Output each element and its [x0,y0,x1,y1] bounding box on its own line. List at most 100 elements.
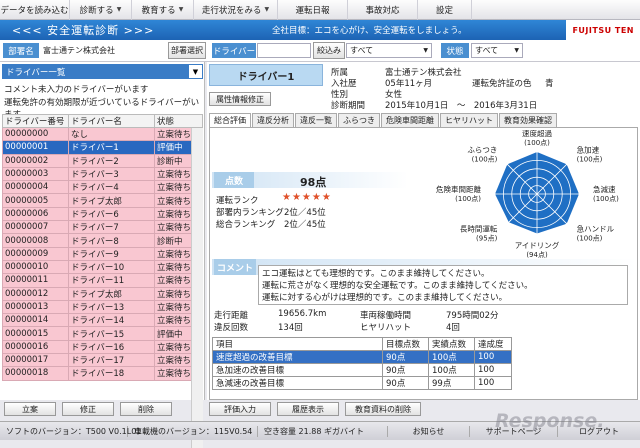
radar-axis-label: 急ハンドル [577,224,615,234]
tab[interactable]: 危険車間距離 [381,113,439,127]
driver-row[interactable]: 00000000 なし 立案待ち [2,126,203,142]
menu-item[interactable]: 運転日報 [278,0,348,20]
menu-item-label: 診断する [79,5,114,16]
list-type-select[interactable]: ドライバー一覧 ▼ [2,64,203,79]
driver-cell-no: 00000002 [2,153,69,168]
driver-list-panel: ドライバー一覧 ▼ コメント未入力のドライバーがいます 運転免許の有効期限が近づ… [0,62,205,448]
radar-axis-value: (100点) [577,235,603,243]
software-version: ソフトのバージョン：T500 V0.1L01 [0,425,141,437]
goal-row[interactable]: 急減速の改善目標 90点 99点 100 [212,376,512,390]
driver-cell-no: 00000003 [2,166,69,182]
column-header[interactable]: 状態 [154,114,203,128]
list-action-button[interactable]: 立案 [4,402,56,416]
menu-item[interactable]: 走行状況をみる ▼ [194,0,278,20]
notice-link[interactable]: お知らせ [388,425,470,437]
license-label: 運転免許証の色 [472,79,532,89]
comment-box[interactable]: エコ運転はとても理想的です。このまま維持してください。 運転に荒さがなく理想的な… [258,265,628,305]
vertical-scrollbar[interactable] [191,128,203,448]
app-title: <<< 安全運転診断 >>> [12,24,155,37]
driver-row[interactable]: 00000002 ドライバー2 診断中 [2,153,203,168]
driver-row[interactable]: 00000009 ドライバー9 立案待ち [2,246,203,261]
goal-column-header: 目標点数 [382,337,429,351]
driver-cell-name: なし [68,126,155,142]
stat-value-nearmiss: 4回 [446,323,460,333]
driver-row[interactable]: 00000018 ドライバー18 立案待ち [2,366,203,381]
goal-cell-actual: 100点 [428,363,475,377]
driver-row[interactable]: 00000013 ドライバー13 立案待ち [2,299,203,315]
driver-row[interactable]: 00000008 ドライバー8 診断中 [2,233,203,248]
chevron-down-icon: ▼ [514,47,519,54]
driver-row[interactable]: 00000015 ドライバー15 評価中 [2,326,203,341]
driver-row[interactable]: 00000010 ドライバー10 立案待ち [2,259,203,275]
driver-row[interactable]: 00000003 ドライバー3 立案待ち [2,166,203,182]
narrow-select[interactable]: すべて ▼ [346,43,432,58]
detail-action-button[interactable]: 教育資料の削除 [345,402,421,416]
radar-axis-label: ふらつき [467,145,497,154]
radar-axis-label: 急減速 [593,184,616,194]
column-header[interactable]: ドライバー名 [68,114,155,128]
driver-cell-name: ドライバー1 [68,140,155,155]
narrow-button[interactable]: 絞込み [313,42,345,59]
comment-line: 運転に対する心がけは理想的です。このまま維持してください。 [262,293,508,303]
goal-cell-actual: 99点 [428,376,475,390]
radar-axis-value: (100点) [524,139,550,147]
driver-row[interactable]: 00000014 ドライバー14 立案待ち [2,313,203,328]
driver-cell-no: 00000017 [2,353,69,368]
right-button-bar: 評価入力 履歴表示 教育資料の削除 [209,402,421,416]
driver-label: ドライバー [212,43,256,58]
tab[interactable]: ヒヤリハット [440,113,498,127]
menu-item[interactable]: 診断する ▼ [70,0,132,20]
tab[interactable]: 違反分析 [252,113,294,127]
driver-cell-no: 00000014 [2,313,69,328]
column-header[interactable]: ドライバー番号 [2,114,69,128]
driver-cell-no: 00000015 [2,326,69,341]
goal-cell-actual: 100点 [428,350,475,364]
driver-row[interactable]: 00000001 ドライバー1 評価中 [2,140,203,155]
driver-row[interactable]: 00000006 ドライバー6 立案待ち [2,206,203,222]
driver-cell-no: 00000001 [2,140,69,155]
driver-row[interactable]: 00000017 ドライバー17 立案待ち [2,353,203,368]
total-rank-value: 2位／45位 [284,220,326,230]
goal-row[interactable]: 速度超過の改善目標 90点 100点 100 [212,350,512,364]
goal-cell-rate: 100 [474,350,512,364]
driver-row[interactable]: 00000005 ドライブ太郎 立案待ち [2,193,203,208]
stat-value-distance: 19656.7km [278,309,327,319]
driver-table: ドライバー番号 ドライバー名 状態 00000000 なし 立案待ち 00000001 ドラ… [2,114,203,381]
driver-search-input[interactable] [257,43,311,58]
menu-item[interactable]: 事故対応 [348,0,418,20]
list-action-button[interactable]: 修正 [62,402,114,416]
detail-action-button[interactable]: 評価入力 [209,402,271,416]
dept-select-button[interactable]: 部署選択 [168,42,206,59]
score-value: 98点 [300,176,327,189]
detail-action-button[interactable]: 履歴表示 [277,402,339,416]
driver-cell-no: 00000004 [2,180,69,195]
driver-row[interactable]: 00000012 ドライブ太郎 立案待ち [2,286,203,301]
driver-cell-no: 00000010 [2,259,69,275]
goal-column-header: 実績点数 [428,337,475,351]
goal-cell-target: 90点 [382,376,429,390]
driver-cell-name: ドライバー10 [68,259,155,275]
goal-table: 項目 目標点数 実績点数 達成度 速度超過の改善目標 90点 100点 100 急加速の改善目… [212,337,512,390]
tab[interactable]: 教育効果確認 [499,113,557,127]
driver-cell-name: ドライバー16 [68,339,155,355]
driver-row[interactable]: 00000004 ドライバー4 立案待ち [2,180,203,195]
tab[interactable]: 違反一覧 [295,113,337,127]
menu-item-label: 運転日報 [295,5,330,16]
menu-item[interactable]: 教育する ▼ [132,0,194,20]
radar-axis-value: (100点) [472,155,498,163]
list-action-button[interactable]: 削除 [120,402,172,416]
attr-edit-button[interactable]: 属性情報修正 [209,92,271,106]
tab[interactable]: 総合評価 [209,113,251,127]
tab[interactable]: ふらつき [338,113,380,127]
field-label-period: 診断期間 [331,101,366,111]
driver-row[interactable]: 00000016 ドライバー16 立案待ち [2,339,203,355]
menu-item[interactable]: データを読み込む [0,0,70,20]
dept-rank-label: 部署内ランキング [216,208,284,218]
driver-name: ドライバー1 [209,64,323,86]
status-select[interactable]: すべて ▼ [471,43,523,58]
menu-item[interactable]: 設定 [418,0,472,20]
driver-row[interactable]: 00000011 ドライバー11 立案待ち [2,273,203,288]
goal-row[interactable]: 急加速の改善目標 90点 100点 100 [212,363,512,377]
radar-chart: 速度超過(100点)急加速(100点)急減速(100点)急ハンドル(100点)ア… [436,130,619,259]
driver-row[interactable]: 00000007 ドライバー7 立案待ち [2,220,203,235]
